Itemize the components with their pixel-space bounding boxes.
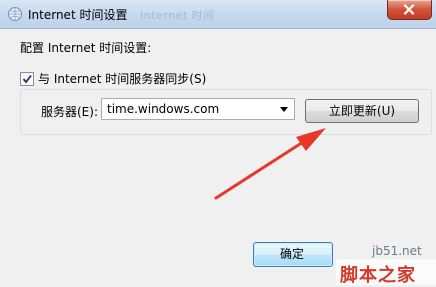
annotation-arrow	[214, 128, 326, 200]
watermark-site: jb51.net	[372, 244, 422, 258]
watermark-logo: 脚本之家	[336, 259, 436, 286]
watermark-logo-text: 脚本之家	[340, 265, 416, 286]
